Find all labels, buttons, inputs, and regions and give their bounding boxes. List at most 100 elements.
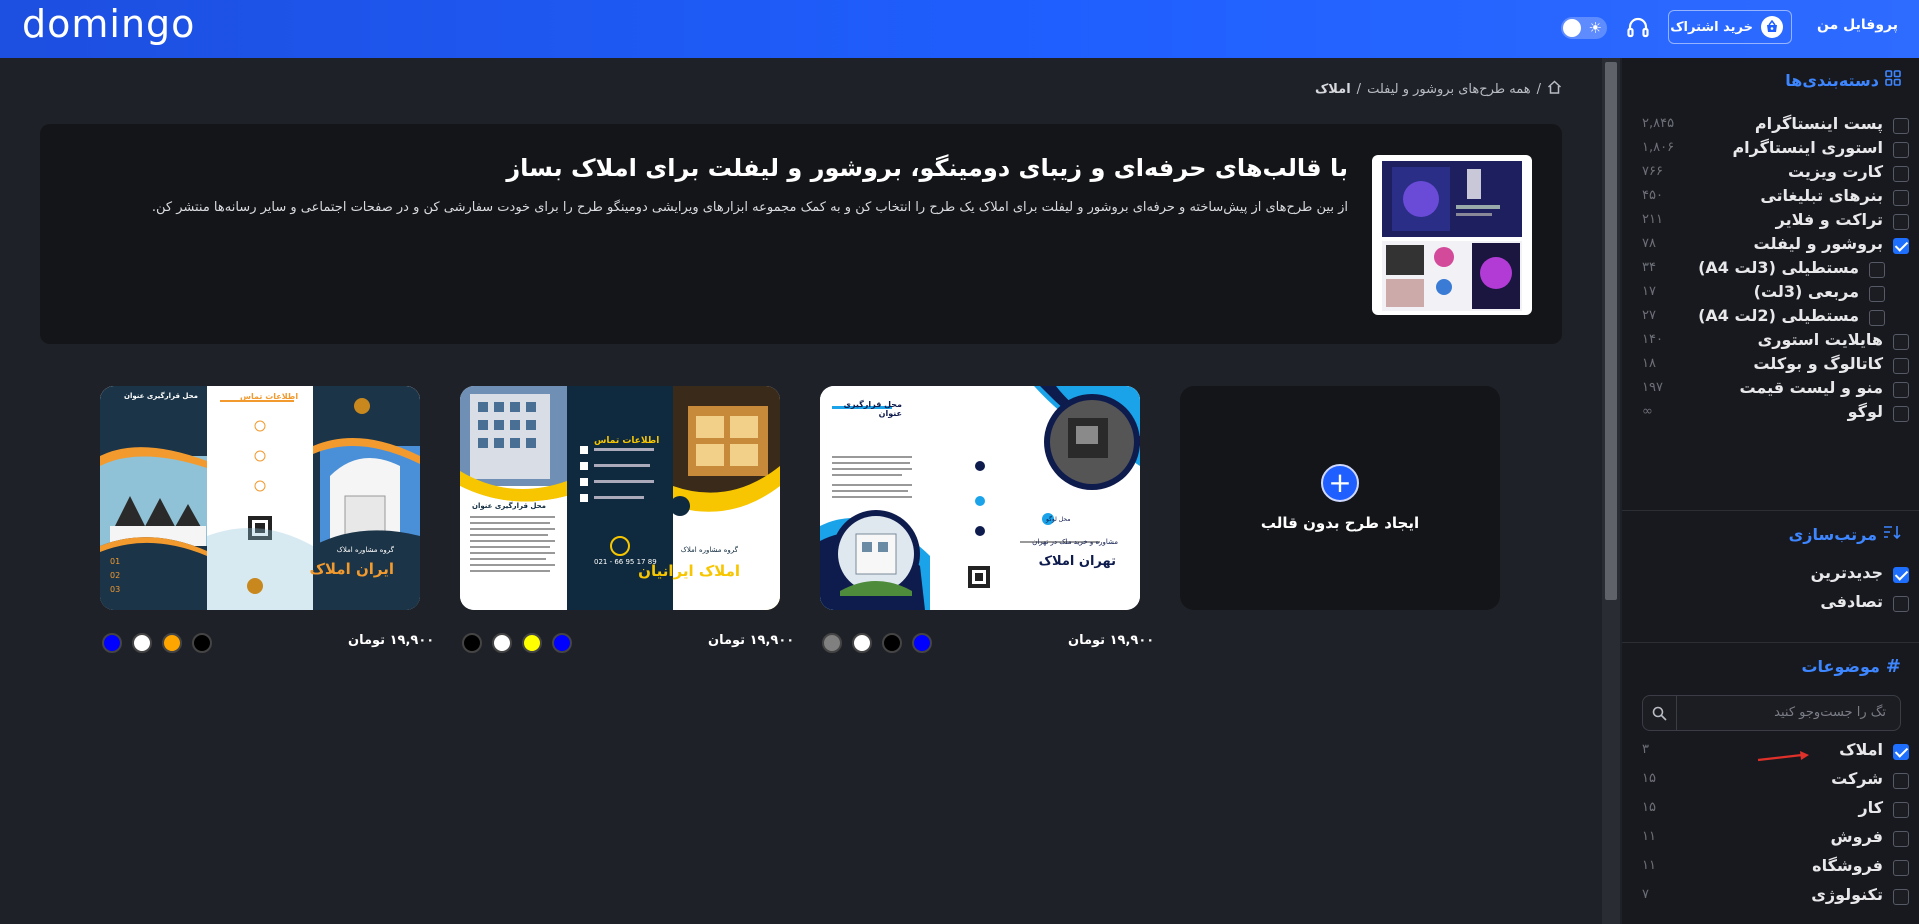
main-scrollbar[interactable] xyxy=(1602,58,1620,924)
topic-item-label: شرکت xyxy=(1831,769,1883,788)
checkbox[interactable] xyxy=(1893,889,1909,905)
hero-description: از بین طرح‌های از پیش‌ساخته و حرفه‌ای بر… xyxy=(151,200,1348,215)
template-color-swatches xyxy=(102,633,212,653)
subscribe-button[interactable]: خرید اشتراک xyxy=(1668,10,1792,44)
template-card-tehran-amlak[interactable]: تهران املاک مشاوره و خرید ملک در تهران م… xyxy=(820,386,1140,610)
color-swatch[interactable] xyxy=(522,633,542,653)
topic-search-field[interactable]: تگ را جست‌وجو کنید xyxy=(1642,695,1901,731)
category-item-count: ۱۹۷ xyxy=(1642,380,1663,395)
category-item-count: ۱۷ xyxy=(1642,284,1656,299)
color-swatch[interactable] xyxy=(162,633,182,653)
category-item[interactable]: منو و لیست قیمت ۱۹۷ xyxy=(1622,378,1919,402)
template-card-iran-amlak[interactable]: 01 02 03 اطلاعات تماس ایران املاک گروه م… xyxy=(100,386,420,610)
category-item[interactable]: بنرهای تبلیغاتی ۴۵۰ xyxy=(1622,186,1919,210)
template-card-amlak-iranian[interactable]: اطلاعات تماس 021 - 66 95 17 89 املاک ایر… xyxy=(460,386,780,610)
color-swatch[interactable] xyxy=(882,633,902,653)
scrollbar-thumb[interactable] xyxy=(1605,62,1617,600)
template-heading: محل قرارگیری عنوان xyxy=(472,502,546,510)
sort-option[interactable]: جدیدترین xyxy=(1622,563,1919,587)
checkbox[interactable] xyxy=(1893,334,1909,350)
template-contact: اطلاعات تماس xyxy=(594,436,660,446)
breadcrumb-brochures[interactable]: همه طرح‌های بروشور و لیفلت xyxy=(1367,82,1531,97)
topic-item[interactable]: فروشگاه ۱۱ xyxy=(1622,856,1919,880)
sort-icon xyxy=(1883,524,1901,544)
hero-title: با قالب‌های حرفه‌ای و زیبای دومینگو، برو… xyxy=(506,154,1348,182)
topic-item[interactable]: فروش ۱۱ xyxy=(1622,827,1919,851)
template-price: ۱۹,۹۰۰ تومان xyxy=(1068,633,1155,648)
domingo-logo[interactable]: domingo xyxy=(22,2,195,46)
checkbox[interactable] xyxy=(1893,802,1909,818)
checkbox[interactable] xyxy=(1893,744,1909,760)
checkbox[interactable] xyxy=(1869,310,1885,326)
plus-icon: + xyxy=(1321,464,1359,502)
theme-toggle[interactable]: ☀ xyxy=(1561,17,1607,39)
home-icon[interactable] xyxy=(1547,80,1562,98)
category-item[interactable]: تراکت و فلایر ۲۱۱ xyxy=(1622,210,1919,234)
hero-thumbnail xyxy=(1372,155,1532,315)
checkbox[interactable] xyxy=(1893,214,1909,230)
create-blank-design-card[interactable]: + ایجاد طرح بدون قالب xyxy=(1180,386,1500,610)
category-item[interactable]: استوری اینستاگرام ۱,۸۰۶ xyxy=(1622,138,1919,162)
search-icon[interactable] xyxy=(1643,696,1677,730)
color-swatch[interactable] xyxy=(552,633,572,653)
checkbox[interactable] xyxy=(1893,358,1909,374)
color-swatch[interactable] xyxy=(822,633,842,653)
topic-item-count: ۷ xyxy=(1642,887,1649,902)
hash-icon: # xyxy=(1885,656,1901,677)
category-item[interactable]: بروشور و لیفلت ۷۸ xyxy=(1622,234,1919,258)
color-swatch[interactable] xyxy=(492,633,512,653)
checkbox[interactable] xyxy=(1893,142,1909,158)
sort-option[interactable]: تصادفی xyxy=(1622,592,1919,616)
checkbox[interactable] xyxy=(1893,831,1909,847)
category-item[interactable]: هایلایت استوری ۱۴۰ xyxy=(1622,330,1919,354)
profile-link[interactable]: پروفایل من xyxy=(1817,17,1898,33)
checkbox[interactable] xyxy=(1893,382,1909,398)
template-subtitle: گروه مشاوره املاک xyxy=(336,546,394,554)
category-item-label: پست اینستاگرام xyxy=(1754,114,1883,133)
color-swatch[interactable] xyxy=(852,633,872,653)
checkbox[interactable] xyxy=(1893,596,1909,612)
category-item[interactable]: مربعی (3لت) ۱۷ xyxy=(1622,282,1919,306)
divider xyxy=(1622,510,1919,511)
color-swatch[interactable] xyxy=(912,633,932,653)
template-subtitle: مشاوره و خرید ملک در تهران xyxy=(1032,538,1118,546)
checkbox[interactable] xyxy=(1893,238,1909,254)
template-title: املاک ایرانیان xyxy=(638,562,740,580)
topic-search-placeholder: تگ را جست‌وجو کنید xyxy=(1774,705,1886,720)
top-header: domingo ☀ خرید اشتراک پروفایل من xyxy=(0,0,1919,58)
template-contact: اطلاعات تماس xyxy=(240,392,299,401)
category-item-count: ۲۷ xyxy=(1642,308,1656,323)
checkbox[interactable] xyxy=(1893,773,1909,789)
checkbox[interactable] xyxy=(1893,190,1909,206)
category-item-label: استوری اینستاگرام xyxy=(1732,138,1883,157)
checkbox[interactable] xyxy=(1893,860,1909,876)
checkbox[interactable] xyxy=(1893,118,1909,134)
topic-item[interactable]: تکنولوژی ۷ xyxy=(1622,885,1919,909)
checkbox[interactable] xyxy=(1893,166,1909,182)
category-item[interactable]: لوگو ∞ xyxy=(1622,402,1919,426)
color-swatch[interactable] xyxy=(132,633,152,653)
topic-item-label: فروشگاه xyxy=(1812,856,1883,875)
topic-item-count: ۱۱ xyxy=(1642,829,1656,844)
color-swatch[interactable] xyxy=(102,633,122,653)
category-item[interactable]: مستطیلی (3لت A4) ۳۴ xyxy=(1622,258,1919,282)
template-title: ایران املاک xyxy=(309,560,394,578)
checkbox[interactable] xyxy=(1893,406,1909,422)
color-swatch[interactable] xyxy=(192,633,212,653)
category-item-count: ۷۶۶ xyxy=(1642,164,1663,179)
topic-item[interactable]: کار ۱۵ xyxy=(1622,798,1919,822)
topic-item-count: ۱۵ xyxy=(1642,800,1656,815)
breadcrumb: / همه طرح‌های بروشور و لیفلت / املاک xyxy=(1315,80,1562,98)
support-headset-icon[interactable] xyxy=(1625,15,1651,41)
topic-item[interactable]: شرکت ۱۵ xyxy=(1622,769,1919,793)
category-item[interactable]: کاتالوگ و بوکلت ۱۸ xyxy=(1622,354,1919,378)
checkbox[interactable] xyxy=(1893,567,1909,583)
theme-toggle-knob xyxy=(1563,19,1581,37)
category-item-count: ۱۸ xyxy=(1642,356,1656,371)
checkbox[interactable] xyxy=(1869,286,1885,302)
color-swatch[interactable] xyxy=(462,633,482,653)
checkbox[interactable] xyxy=(1869,262,1885,278)
category-item[interactable]: مستطیلی (2لت A4) ۲۷ xyxy=(1622,306,1919,330)
category-item[interactable]: پست اینستاگرام ۲,۸۴۵ xyxy=(1622,114,1919,138)
category-item[interactable]: کارت ویزیت ۷۶۶ xyxy=(1622,162,1919,186)
